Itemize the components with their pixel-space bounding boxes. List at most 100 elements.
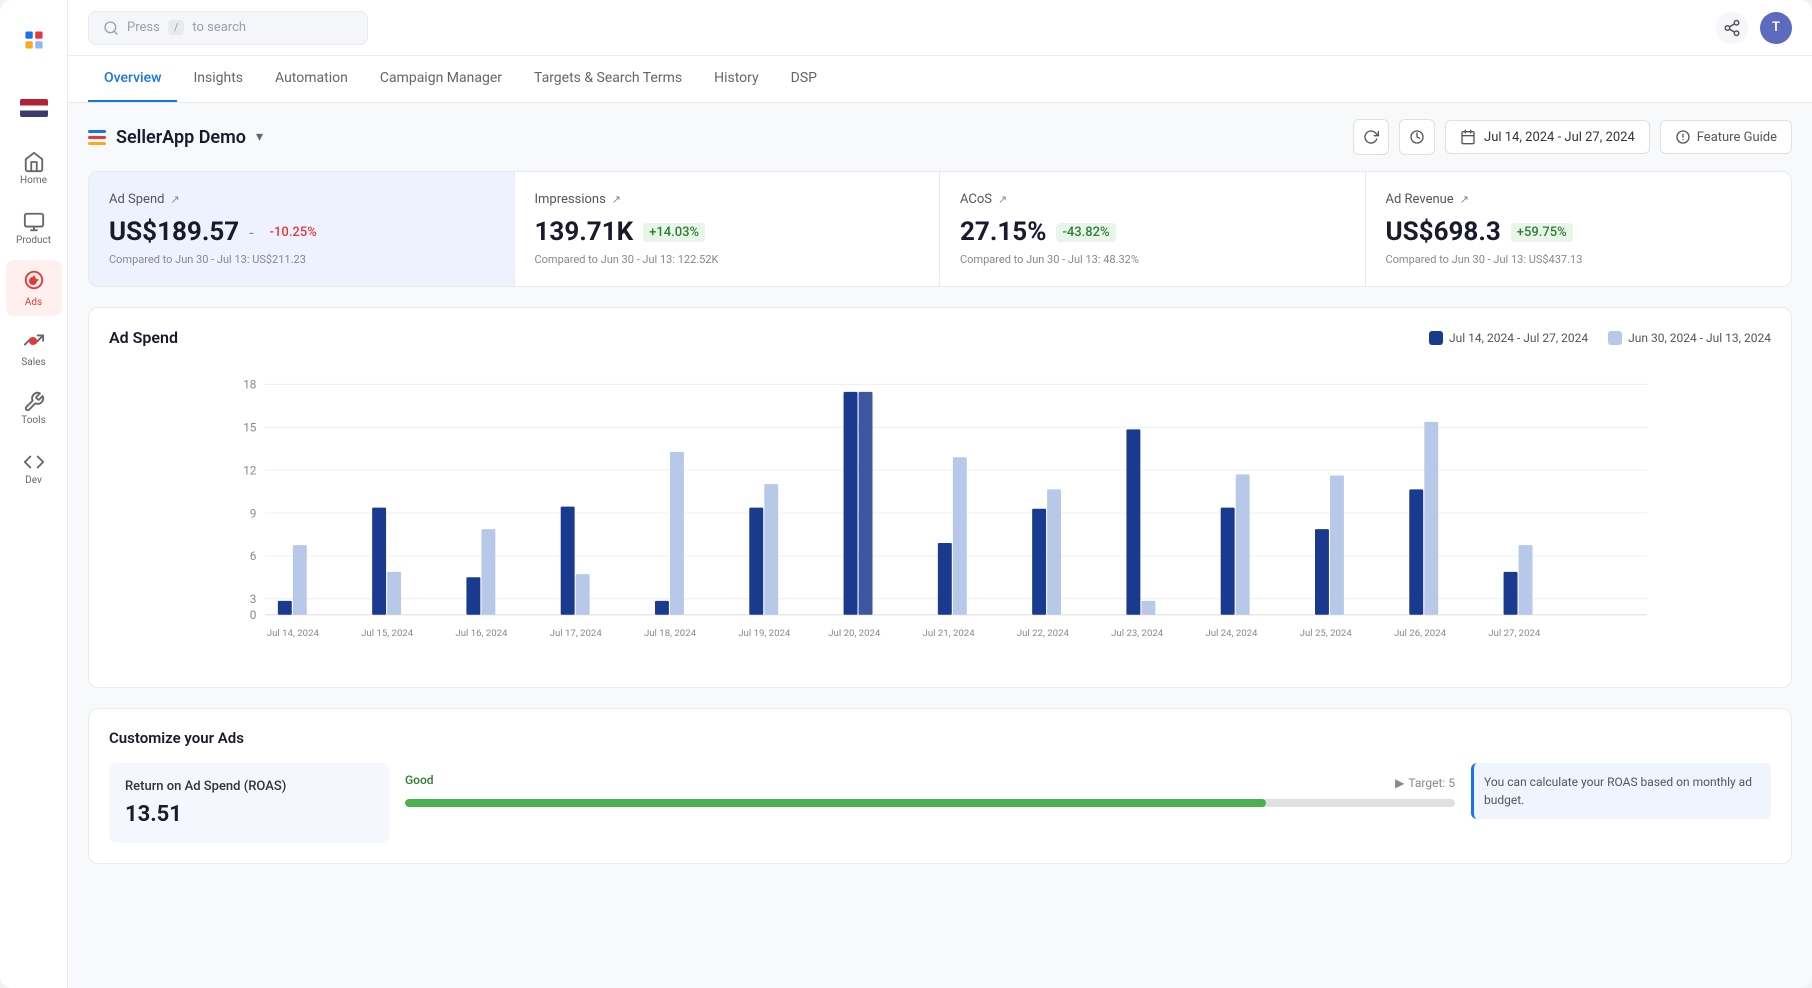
impressions-link-icon[interactable]: ↗ [612,193,621,206]
roas-card: Return on Ad Spend (ROAS) 13.51 [109,763,389,843]
svg-text:Jul 27, 2024: Jul 27, 2024 [1488,628,1541,639]
tools-icon [23,391,45,413]
svg-text:6: 6 [250,549,257,563]
chart-container: 18 15 12 9 6 3 0 [109,363,1771,667]
sidebar-home-label: Home [20,175,47,186]
home-icon [23,151,45,173]
ad-spend-compare: Compared to Jun 30 - Jul 13: US$211.23 [109,253,494,266]
legend-primary-label: Jul 14, 2024 - Jul 27, 2024 [1449,331,1588,345]
sidebar-item-dev[interactable]: Dev [6,440,62,496]
integrations-icon-btn[interactable] [1716,12,1748,44]
ad-spend-value-row: US$189.57 - -10.25% [109,217,494,247]
tab-automation[interactable]: Automation [259,56,364,102]
search-box[interactable]: Press / to search [88,11,368,45]
svg-text:Jul 20, 2024: Jul 20, 2024 [828,628,881,639]
ad-revenue-link-icon[interactable]: ↗ [1460,193,1469,206]
svg-text:Jul 22, 2024: Jul 22, 2024 [1017,628,1070,639]
sales-badge [29,337,37,345]
tab-history[interactable]: History [698,56,775,102]
roas-progress-area: Good ▶ Target: 5 [405,763,1455,817]
svg-text:Jul 26, 2024: Jul 26, 2024 [1394,628,1447,639]
svg-text:Jul 24, 2024: Jul 24, 2024 [1205,628,1258,639]
tab-overview[interactable]: Overview [88,56,177,102]
sidebar-item-product[interactable]: Product [6,200,62,256]
acos-label: ACoS ↗ [960,192,1345,207]
impressions-label: Impressions ↗ [535,192,920,207]
ad-revenue-label: Ad Revenue ↗ [1386,192,1772,207]
svg-text:18: 18 [243,378,256,392]
tab-insights[interactable]: Insights [177,56,259,102]
history-button[interactable] [1399,119,1435,155]
title-stripe [88,130,106,145]
legend-primary: Jul 14, 2024 - Jul 27, 2024 [1429,331,1588,345]
flag-icon [20,99,48,117]
tab-dsp[interactable]: DSP [775,56,833,102]
ad-revenue-value-row: US$698.3 +59.75% [1386,217,1772,247]
impressions-value: 139.71K [535,217,634,247]
info-icon [1675,129,1691,145]
impressions-value-row: 139.71K +14.03% [535,217,920,247]
chart-header: Ad Spend Jul 14, 2024 - Jul 27, 2024 Jun… [109,328,1771,347]
search-icon [103,20,119,36]
ad-revenue-compare: Compared to Jun 30 - Jul 13: US$437.13 [1386,253,1772,266]
date-range-label: Jul 14, 2024 - Jul 27, 2024 [1484,130,1635,145]
calendar-icon [1460,129,1476,145]
feature-guide-label: Feature Guide [1697,130,1777,145]
sidebar-sales-label: Sales [21,357,45,368]
ad-spend-link-icon[interactable]: ↗ [170,193,179,206]
search-suffix: to search [192,20,246,35]
refresh-button[interactable] [1353,119,1389,155]
search-shortcut: / [168,20,185,35]
svg-text:Jul 17, 2024: Jul 17, 2024 [550,628,603,639]
sidebar-ads-label: Ads [25,297,42,308]
metrics-row: Ad Spend ↗ US$189.57 - -10.25% Compared … [88,171,1792,287]
title-dropdown-arrow[interactable]: ▾ [256,129,263,145]
ad-spend-label: Ad Spend ↗ [109,192,494,207]
legend-secondary: Jun 30, 2024 - Jul 13, 2024 [1608,331,1771,345]
sidebar-logo[interactable] [6,12,62,68]
svg-text:Jul 16, 2024: Jul 16, 2024 [455,628,508,639]
stripe-line-2 [88,136,106,139]
ad-spend-dash: - [249,223,253,242]
acos-value-row: 27.15% -43.82% [960,217,1345,247]
acos-link-icon[interactable]: ↗ [998,193,1007,206]
svg-text:Jul 18, 2024: Jul 18, 2024 [644,628,697,639]
legend-dot-primary [1429,331,1443,345]
dev-icon [23,451,45,473]
date-range-button[interactable]: Jul 14, 2024 - Jul 27, 2024 [1445,120,1650,154]
tab-targets[interactable]: Targets & Search Terms [518,56,698,102]
roas-progress-fill [405,799,1266,807]
acos-compare: Compared to Jun 30 - Jul 13: 48.32% [960,253,1345,266]
svg-text:3: 3 [250,592,257,606]
metric-ad-revenue: Ad Revenue ↗ US$698.3 +59.75% Compared t… [1366,172,1792,286]
sidebar-item-ads[interactable]: Ads [6,260,62,316]
svg-text:15: 15 [243,421,257,435]
page-title: SellerApp Demo [116,127,246,148]
target-arrow: ▶ [1395,776,1404,790]
impressions-compare: Compared to Jun 30 - Jul 13: 122.52K [535,253,920,266]
sidebar-item-home[interactable]: Home [6,140,62,196]
customize-section: Customize your Ads Return on Ad Spend (R… [88,708,1792,864]
sidebar-item-flag[interactable] [6,80,62,136]
svg-text:Jul 25, 2024: Jul 25, 2024 [1300,628,1353,639]
svg-text:9: 9 [250,506,257,520]
sidebar-item-sales[interactable]: Sales [6,320,62,376]
page-title-bar: SellerApp Demo ▾ [88,127,263,148]
integrations-icon [1723,19,1741,37]
metric-impressions: Impressions ↗ 139.71K +14.03% Compared t… [515,172,941,286]
sidebar-tools-label: Tools [21,415,45,426]
feature-guide-button[interactable]: Feature Guide [1660,120,1792,154]
roas-progress-bar [405,799,1455,807]
svg-text:12: 12 [243,463,257,477]
svg-text:Jul 15, 2024: Jul 15, 2024 [361,628,414,639]
sidebar-item-tools[interactable]: Tools [6,380,62,436]
tab-campaign-manager[interactable]: Campaign Manager [364,56,518,102]
chart-title: Ad Spend [109,328,178,347]
page-content: SellerApp Demo ▾ [68,103,1812,988]
user-avatar[interactable]: T [1760,12,1792,44]
stripe-line-1 [88,130,106,133]
impressions-change: +14.03% [643,223,705,242]
ad-revenue-value: US$698.3 [1386,217,1501,247]
sidebar-dev-label: Dev [25,475,42,486]
customize-title: Customize your Ads [109,729,1771,747]
